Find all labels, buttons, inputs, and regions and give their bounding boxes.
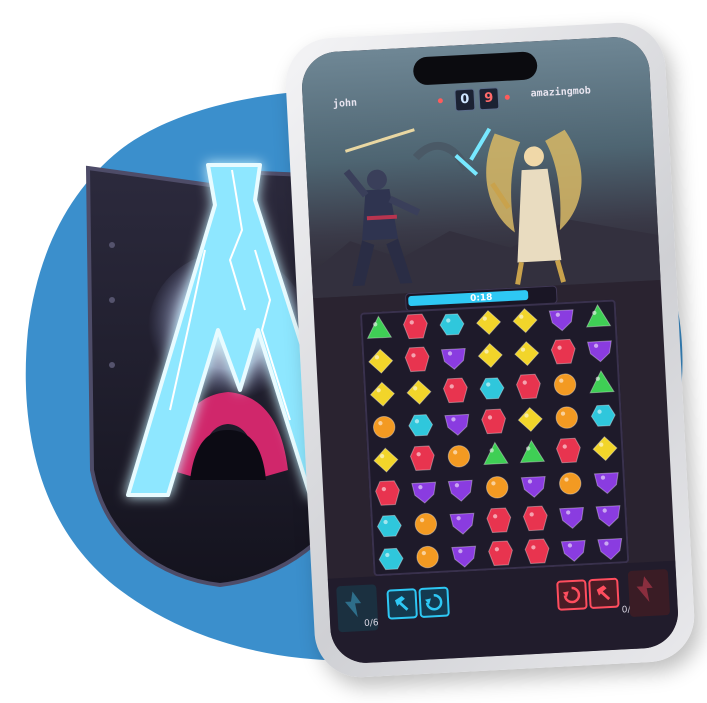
right-ability-refresh[interactable] xyxy=(556,579,588,611)
player-left-indicator xyxy=(437,98,444,104)
red-faceted-gem[interactable] xyxy=(404,346,430,373)
purple-shield-gem[interactable] xyxy=(520,475,546,498)
green-triangle-gem[interactable] xyxy=(519,439,546,464)
phone-notch xyxy=(412,51,538,86)
player-right-score: 9 xyxy=(478,87,500,111)
orange-round-gem[interactable] xyxy=(486,476,509,499)
cyan-hexagon-gem[interactable] xyxy=(590,404,616,427)
battle-arena: john 0 9 amazingmob xyxy=(300,35,661,299)
purple-shield-gem[interactable] xyxy=(593,472,619,495)
cyan-hexagon-gem[interactable] xyxy=(408,414,434,437)
orange-round-gem[interactable] xyxy=(447,445,471,468)
fighters-scene xyxy=(311,127,661,299)
refresh-icon xyxy=(424,594,443,611)
green-triangle-gem[interactable] xyxy=(366,315,393,339)
purple-shield-gem[interactable] xyxy=(559,506,585,529)
green-triangle-gem[interactable] xyxy=(589,369,615,394)
orange-round-gem[interactable] xyxy=(372,415,396,439)
yellow-diamond-gem[interactable] xyxy=(512,308,538,334)
hammer-icon xyxy=(596,585,611,601)
refresh-icon xyxy=(562,586,581,604)
red-faceted-gem[interactable] xyxy=(522,505,548,532)
power-icon xyxy=(344,591,362,618)
purple-shield-gem[interactable] xyxy=(586,340,613,363)
left-ability-hammer[interactable] xyxy=(386,588,418,620)
green-triangle-gem[interactable] xyxy=(483,441,509,466)
right-charge-meter xyxy=(627,568,671,618)
green-triangle-gem[interactable] xyxy=(585,303,612,328)
red-faceted-gem[interactable] xyxy=(488,540,513,566)
yellow-diamond-gem[interactable] xyxy=(592,436,618,462)
match3-board[interactable] xyxy=(359,299,630,577)
red-faceted-gem[interactable] xyxy=(486,507,512,534)
red-faceted-gem[interactable] xyxy=(442,377,468,404)
purple-shield-gem[interactable] xyxy=(440,347,466,370)
red-faceted-gem[interactable] xyxy=(409,445,435,471)
red-faceted-gem[interactable] xyxy=(555,437,581,464)
orange-round-gem[interactable] xyxy=(416,545,439,569)
right-ability-hammer[interactable] xyxy=(588,577,620,610)
left-charge-counter: 0/6 xyxy=(363,618,379,629)
red-faceted-gem[interactable] xyxy=(550,338,576,365)
cyan-hexagon-gem[interactable] xyxy=(479,377,505,400)
red-faceted-gem[interactable] xyxy=(481,408,507,435)
yellow-diamond-gem[interactable] xyxy=(406,379,432,405)
purple-shield-gem[interactable] xyxy=(548,309,574,332)
yellow-diamond-gem[interactable] xyxy=(369,381,396,407)
purple-shield-gem[interactable] xyxy=(597,538,623,561)
yellow-diamond-gem[interactable] xyxy=(475,309,502,336)
red-faceted-gem[interactable] xyxy=(524,538,550,565)
red-faceted-gem[interactable] xyxy=(402,313,428,340)
yellow-diamond-gem[interactable] xyxy=(517,406,543,433)
player-right-name: amazingmob xyxy=(530,85,592,100)
purple-shield-gem[interactable] xyxy=(560,539,586,562)
orange-round-gem[interactable] xyxy=(414,512,438,536)
power-icon xyxy=(636,576,653,603)
red-faceted-gem[interactable] xyxy=(375,480,400,506)
phone-mockup: john 0 9 amazingmob 0:18 0/6 xyxy=(283,20,697,680)
purple-shield-gem[interactable] xyxy=(447,479,473,502)
purple-shield-gem[interactable] xyxy=(595,505,621,528)
purple-shield-gem[interactable] xyxy=(444,413,470,436)
purple-shield-gem[interactable] xyxy=(411,481,437,504)
yellow-diamond-gem[interactable] xyxy=(373,447,399,473)
yellow-diamond-gem[interactable] xyxy=(368,348,394,374)
cyan-hexagon-gem[interactable] xyxy=(376,514,402,538)
red-faceted-gem[interactable] xyxy=(516,373,541,400)
orange-round-gem[interactable] xyxy=(555,406,578,429)
yellow-diamond-gem[interactable] xyxy=(514,341,540,367)
cyan-hexagon-gem[interactable] xyxy=(439,313,465,336)
yellow-diamond-gem[interactable] xyxy=(477,342,503,369)
player-left-name: john xyxy=(332,97,358,110)
cyan-hexagon-gem[interactable] xyxy=(378,547,404,571)
orange-round-gem[interactable] xyxy=(559,472,582,495)
player-right-indicator xyxy=(504,94,510,100)
purple-shield-gem[interactable] xyxy=(451,545,477,568)
purple-shield-gem[interactable] xyxy=(449,512,475,535)
player-left-score: 0 xyxy=(454,88,476,112)
left-ability-refresh[interactable] xyxy=(418,586,450,619)
ability-bar: 0/6 0/6 xyxy=(327,560,680,665)
orange-round-gem[interactable] xyxy=(553,373,577,396)
gem-grid[interactable] xyxy=(360,299,629,576)
hammer-icon xyxy=(394,595,409,611)
game-screen: john 0 9 amazingmob 0:18 0/6 xyxy=(300,35,680,665)
